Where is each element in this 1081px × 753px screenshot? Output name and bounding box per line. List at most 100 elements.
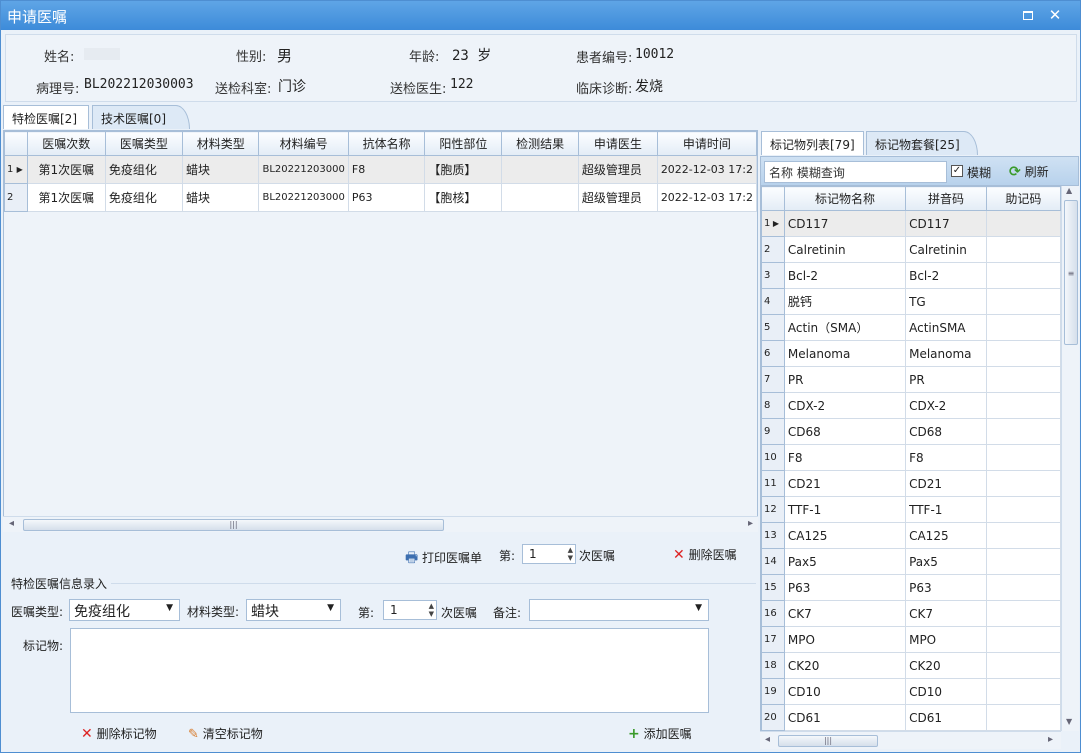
cell-marker-name[interactable]: CDX-2 — [783, 392, 907, 419]
tab-special-orders[interactable]: 特检医嘱[2] — [3, 105, 89, 129]
cell-mnemonic[interactable] — [985, 444, 1061, 471]
cell-positive[interactable]: 【胞核】 — [424, 183, 503, 212]
table-row[interactable]: 12 TTF-1 TTF-1 — [761, 496, 1061, 523]
cell-material-no[interactable]: BL20221203000 — [258, 183, 349, 212]
cell-pinyin[interactable]: Bcl-2 — [905, 262, 987, 289]
cell-pinyin[interactable]: PR — [905, 366, 987, 393]
column-header[interactable]: 申请医生 — [577, 131, 658, 156]
scroll-down-icon[interactable]: ▼ — [1066, 717, 1072, 726]
cell-marker-name[interactable]: P63 — [783, 574, 907, 601]
table-row[interactable]: 6 Melanoma Melanoma — [761, 340, 1061, 367]
cell-mnemonic[interactable] — [985, 210, 1061, 237]
cell-mnemonic[interactable] — [985, 366, 1061, 393]
close-icon[interactable]: ✕ — [1046, 6, 1064, 24]
cell-type[interactable]: 免疫组化 — [104, 155, 183, 184]
cell-marker-name[interactable]: CD61 — [783, 704, 907, 731]
cell-time[interactable]: 2022-12-03 17:2 — [656, 155, 757, 184]
cell-pinyin[interactable]: CD61 — [905, 704, 987, 731]
delete-order-button[interactable]: ✕ 删除医嘱 — [673, 546, 737, 563]
refresh-button[interactable]: ⟳ 刷新 — [1009, 163, 1049, 180]
cell-pinyin[interactable]: CD10 — [905, 678, 987, 705]
cell-mnemonic[interactable] — [985, 236, 1061, 263]
cell-pinyin[interactable]: ActinSMA — [905, 314, 987, 341]
cell-antibody[interactable]: F8 — [347, 155, 426, 184]
column-header[interactable]: 标记物名称 — [783, 186, 907, 211]
table-row[interactable]: 1 ▶ CD117 CD117 — [761, 210, 1061, 237]
column-header[interactable]: 医嘱类型 — [104, 131, 183, 156]
cell-pinyin[interactable]: CK7 — [905, 600, 987, 627]
cell-marker-name[interactable]: MPO — [783, 626, 907, 653]
cell-mnemonic[interactable] — [985, 522, 1061, 549]
tab-marker-list[interactable]: 标记物列表[79] — [761, 131, 864, 155]
order-nth-stepper[interactable]: 1 ▲ ▼ — [522, 544, 576, 564]
cell-pinyin[interactable]: CD68 — [905, 418, 987, 445]
table-row[interactable]: 1 ▶ 第1次医嘱 免疫组化 蜡块 BL20221203000 F8 【胞质】 … — [4, 155, 757, 184]
maximize-icon[interactable] — [1019, 6, 1037, 24]
cell-mnemonic[interactable] — [985, 548, 1061, 575]
scroll-right-icon[interactable]: ▸ — [1048, 734, 1053, 745]
cell-result[interactable] — [501, 155, 579, 184]
cell-marker-name[interactable]: F8 — [783, 444, 907, 471]
column-header[interactable]: 检测结果 — [501, 131, 579, 156]
cell-pinyin[interactable]: CDX-2 — [905, 392, 987, 419]
cell-time[interactable]: 2022-12-03 17:2 — [656, 183, 757, 212]
cell-times[interactable]: 第1次医嘱 — [26, 155, 106, 184]
column-header[interactable]: 抗体名称 — [347, 131, 426, 156]
table-row[interactable]: 13 CA125 CA125 — [761, 522, 1061, 549]
cell-pinyin[interactable]: CD117 — [905, 210, 987, 237]
table-row[interactable]: 16 CK7 CK7 — [761, 600, 1061, 627]
cell-marker-name[interactable]: TTF-1 — [783, 496, 907, 523]
cell-pinyin[interactable]: TTF-1 — [905, 496, 987, 523]
cell-mnemonic[interactable] — [985, 288, 1061, 315]
tab-marker-packages[interactable]: 标记物套餐[25] — [866, 131, 978, 155]
column-header[interactable]: 医嘱次数 — [26, 131, 106, 156]
table-row[interactable]: 18 CK20 CK20 — [761, 652, 1061, 679]
column-header[interactable]: 材料编号 — [258, 131, 349, 156]
entry-nth-stepper[interactable]: 1 ▲ ▼ — [383, 600, 437, 620]
cell-marker-name[interactable]: Bcl-2 — [783, 262, 907, 289]
table-row[interactable]: 2 第1次医嘱 免疫组化 蜡块 BL20221203000 P63 【胞核】 超… — [4, 183, 757, 212]
cell-positive[interactable]: 【胞质】 — [424, 155, 503, 184]
cell-mnemonic[interactable] — [985, 392, 1061, 419]
cell-marker-name[interactable]: Actin（SMA） — [783, 314, 907, 341]
table-row[interactable]: 4 脱钙 TG — [761, 288, 1061, 315]
add-order-button[interactable]: + 添加医嘱 — [628, 725, 692, 742]
cell-marker-name[interactable]: Melanoma — [783, 340, 907, 367]
clear-marker-button[interactable]: ✎ 清空标记物 — [188, 725, 263, 742]
cell-pinyin[interactable]: Calretinin — [905, 236, 987, 263]
column-header[interactable]: 助记码 — [985, 186, 1061, 211]
scroll-left-icon[interactable]: ◂ — [9, 518, 14, 529]
cell-marker-name[interactable]: CD21 — [783, 470, 907, 497]
tab-technical-orders[interactable]: 技术医嘱[0] — [92, 105, 190, 129]
cell-mnemonic[interactable] — [985, 340, 1061, 367]
cell-antibody[interactable]: P63 — [347, 183, 426, 212]
material-type-select[interactable]: 蜡块 ▼ — [246, 599, 341, 621]
scroll-thumb[interactable]: ≡ — [1064, 200, 1078, 345]
scroll-thumb[interactable]: ||| — [23, 519, 444, 531]
markers-vertical-scrollbar[interactable]: ▲ ≡ ▼ — [1061, 186, 1079, 731]
table-row[interactable]: 17 MPO MPO — [761, 626, 1061, 653]
cell-times[interactable]: 第1次医嘱 — [26, 183, 106, 212]
cell-material[interactable]: 蜡块 — [181, 183, 260, 212]
cell-type[interactable]: 免疫组化 — [104, 183, 183, 212]
cell-pinyin[interactable]: F8 — [905, 444, 987, 471]
table-row[interactable]: 3 Bcl-2 Bcl-2 — [761, 262, 1061, 289]
table-row[interactable]: 14 Pax5 Pax5 — [761, 548, 1061, 575]
column-header[interactable]: 申请时间 — [656, 131, 757, 156]
delete-marker-button[interactable]: ✕ 删除标记物 — [81, 725, 157, 742]
cell-mnemonic[interactable] — [985, 262, 1061, 289]
print-order-button[interactable]: 🖶 打印医嘱单 — [405, 547, 482, 571]
cell-mnemonic[interactable] — [985, 314, 1061, 341]
scroll-right-icon[interactable]: ▸ — [748, 518, 753, 529]
cell-result[interactable] — [501, 183, 579, 212]
marker-search-input[interactable]: 名称 模糊查询 — [764, 161, 947, 183]
cell-marker-name[interactable]: CD117 — [783, 210, 907, 237]
column-header[interactable]: 阳性部位 — [424, 131, 503, 156]
cell-marker-name[interactable]: CD10 — [783, 678, 907, 705]
cell-mnemonic[interactable] — [985, 496, 1061, 523]
cell-mnemonic[interactable] — [985, 470, 1061, 497]
cell-material[interactable]: 蜡块 — [181, 155, 260, 184]
table-row[interactable]: 9 CD68 CD68 — [761, 418, 1061, 445]
table-row[interactable]: 2 Calretinin Calretinin — [761, 236, 1061, 263]
column-header[interactable]: 拼音码 — [905, 186, 987, 211]
